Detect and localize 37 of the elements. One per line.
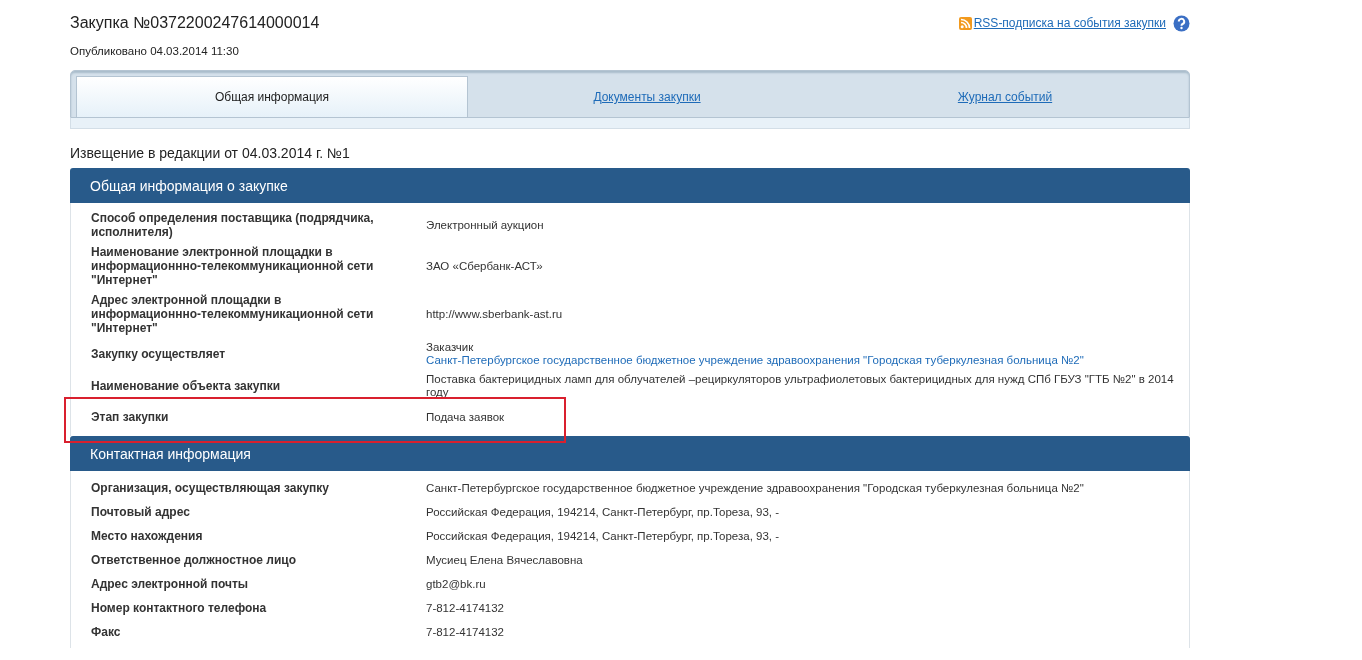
rss-icon: [958, 16, 972, 30]
field-label: Место нахождения: [90, 529, 204, 543]
field-value: gtb2@bk.ru: [426, 577, 486, 591]
field-label: Закупку осуществляет: [90, 347, 227, 361]
field-value: Подача заявок: [426, 410, 505, 424]
field-label: Способ определения поставщика (подрядчика, исполнителя): [90, 211, 375, 239]
field-label: Наименование объекта закупки: [90, 379, 282, 393]
field-label: Наименование электронной площадки в информационнно-телекоммуникационной сети "Интернет": [90, 245, 375, 287]
field-label: Этап закупки: [90, 410, 170, 424]
field-label: Почтовый адрес: [90, 505, 191, 519]
field-label: Адрес электронной площадки в информационнно-телекоммуникационной сети "Интернет": [90, 293, 375, 335]
organization-link[interactable]: Санкт-Петербургское государственное бюджетное учреждение здравоохранения "Городская туберкулезная больница №2": [426, 354, 1084, 367]
section-header: Общая информация о закупке: [70, 168, 1190, 203]
field-value: ЗАО «Сбербанк-АСТ»: [426, 259, 543, 273]
field-value: Мусиец Елена Вячеславовна: [426, 553, 583, 567]
tab[interactable]: Общая информация: [76, 76, 468, 117]
page-title: Закупка №0372200247614000014: [70, 14, 320, 32]
field-value: Электронный аукцион: [426, 218, 544, 232]
tab[interactable]: Документы закупки: [468, 76, 826, 117]
field-value: 7-812-4174132: [426, 625, 504, 639]
field-value: Заказчик: [426, 341, 475, 354]
tab[interactable]: Журнал событий: [826, 76, 1184, 117]
field-value: Российская Федерация, 194214, Санкт-Петербург, пр.Тореза, 93, -: [426, 505, 780, 519]
field-value: Санкт-Петербургское государственное бюджетное учреждение здравоохранения "Городская туберкулезная больница №2": [426, 481, 1084, 495]
field-value: 7-812-4174132: [426, 601, 504, 615]
field-label: Номер контактного телефона: [90, 601, 268, 615]
field-value: Российская Федерация, 194214, Санкт-Петербург, пр.Тореза, 93, -: [426, 529, 780, 543]
rss-subscription-link[interactable]: RSS-подписка на события закупки: [973, 16, 1166, 30]
field-value: http://www.sberbank-ast.ru: [426, 307, 563, 321]
field-label: Адрес электронной почты: [90, 577, 250, 591]
field-label: Факс: [90, 625, 122, 639]
section-header: Контактная информация: [70, 436, 1190, 471]
help-icon[interactable]: [1173, 14, 1190, 32]
field-label: Организация, осуществляющая закупку: [90, 481, 331, 495]
published-date: Опубликовано 04.03.2014 11:30: [70, 45, 240, 57]
notice-heading: Извещение в редакции от 04.03.2014 г. №1: [70, 145, 351, 161]
field-label: Ответственное должностное лицо: [90, 553, 297, 567]
